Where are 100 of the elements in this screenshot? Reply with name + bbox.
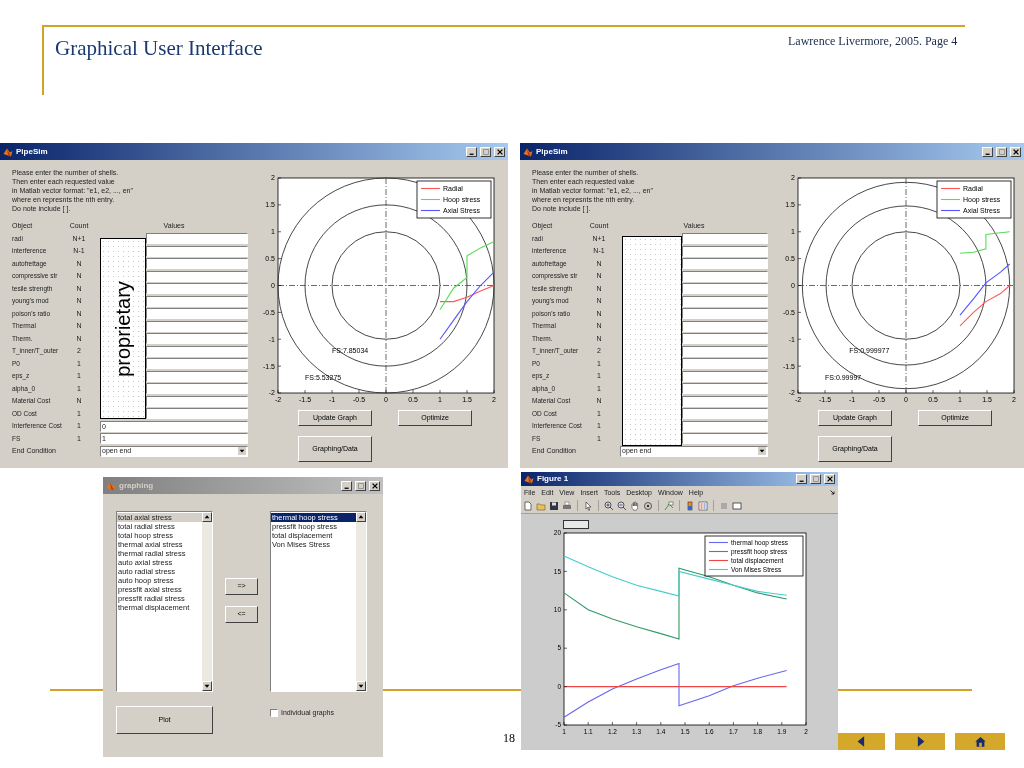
input-field[interactable] — [682, 308, 768, 320]
checkbox[interactable] — [270, 709, 278, 717]
input-field[interactable] — [146, 233, 248, 245]
input-field[interactable] — [146, 308, 248, 320]
input-field[interactable] — [146, 295, 248, 307]
save-icon[interactable] — [549, 500, 559, 511]
input-field[interactable] — [682, 358, 768, 370]
hand-icon[interactable] — [630, 500, 640, 511]
input-field[interactable] — [146, 333, 248, 345]
slide-title: Graphical User Interface — [55, 35, 263, 62]
input-field[interactable] — [682, 345, 768, 357]
legend-line — [708, 550, 729, 553]
input-field[interactable] — [682, 370, 768, 382]
scroll-down-button[interactable] — [356, 681, 366, 691]
input-field[interactable] — [682, 270, 768, 282]
input-field[interactable] — [146, 408, 248, 420]
legend-line — [708, 568, 729, 571]
input-field[interactable] — [682, 320, 768, 332]
input-field[interactable] — [682, 433, 768, 445]
window-icon[interactable] — [732, 500, 742, 511]
legend-line — [940, 198, 961, 201]
zoom-out-icon[interactable] — [617, 500, 627, 511]
window-title: graphing — [119, 479, 155, 492]
close-button[interactable] — [494, 146, 505, 157]
line-series — [959, 231, 1011, 254]
input-field[interactable] — [682, 258, 768, 270]
pointer-icon[interactable] — [583, 500, 593, 511]
zoom-in-icon[interactable] — [604, 500, 614, 511]
maximize-icon — [481, 147, 490, 156]
input-field[interactable] — [146, 345, 248, 357]
scroll-up-button[interactable] — [356, 512, 366, 522]
input-field[interactable] — [146, 283, 248, 295]
down-arrow-icon — [358, 683, 364, 689]
input-field[interactable] — [682, 245, 768, 257]
input-field[interactable] — [146, 320, 248, 332]
header-note: Lawrence Livermore, 2005. Page 4 — [788, 33, 958, 50]
window-title: Figure 1 — [537, 473, 570, 485]
legend-line — [940, 187, 961, 190]
line-series — [959, 263, 1011, 316]
minimize-button[interactable] — [796, 474, 807, 484]
up-arrow-icon — [358, 514, 364, 520]
input-field[interactable] — [682, 283, 768, 295]
redaction-label: proprietary — [111, 280, 135, 377]
input-field[interactable] — [146, 383, 248, 395]
up-arrow-icon — [204, 514, 210, 520]
legend-line — [420, 198, 441, 201]
logo-icon — [524, 474, 534, 484]
minimize-button[interactable] — [341, 480, 352, 491]
window-title: PipeSim — [16, 145, 49, 158]
minimize-button[interactable] — [982, 146, 993, 157]
input-field[interactable] — [146, 395, 248, 407]
window-title: PipeSim — [536, 145, 569, 158]
input-field[interactable] — [146, 370, 248, 382]
colorbar-icon[interactable] — [685, 500, 695, 511]
rotate-icon[interactable] — [643, 500, 653, 511]
maximize-icon — [356, 481, 365, 490]
previous-button[interactable] — [838, 733, 885, 750]
close-button[interactable] — [824, 474, 835, 484]
legend-line — [708, 541, 729, 544]
new-file-icon[interactable] — [523, 500, 533, 511]
maximize-button[interactable] — [355, 480, 366, 491]
home-button[interactable] — [955, 733, 1005, 750]
legend-line — [420, 209, 441, 212]
empty-box — [563, 520, 589, 529]
maximize-icon — [997, 147, 1006, 156]
scrollbar[interactable] — [356, 512, 366, 691]
minimize-button[interactable] — [466, 146, 477, 157]
home-icon — [973, 735, 987, 748]
scroll-up-button[interactable] — [202, 512, 212, 522]
legend-icon[interactable] — [698, 500, 708, 511]
line-series — [959, 284, 1011, 327]
input-field[interactable] — [682, 333, 768, 345]
logo-icon — [523, 146, 533, 157]
scrollbar[interactable] — [202, 512, 212, 691]
input-field[interactable] — [682, 395, 768, 407]
dock-arrow-icon[interactable] — [830, 489, 835, 495]
caret-icon — [238, 447, 246, 456]
page-number: 18 — [503, 730, 515, 747]
close-button[interactable] — [1010, 146, 1021, 157]
caret-icon — [758, 447, 766, 456]
logo-icon — [106, 480, 116, 491]
legend-line — [940, 209, 961, 212]
maximize-button[interactable] — [480, 146, 491, 157]
input-field[interactable] — [146, 245, 248, 257]
input-field[interactable] — [682, 383, 768, 395]
scroll-down-button[interactable] — [202, 681, 212, 691]
input-field[interactable] — [682, 233, 768, 245]
maximize-button[interactable] — [996, 146, 1007, 157]
input-field[interactable] — [146, 358, 248, 370]
input-field[interactable] — [682, 295, 768, 307]
legend-line — [708, 559, 729, 562]
input-field[interactable] — [682, 420, 768, 432]
input-field[interactable] — [682, 408, 768, 420]
close-icon — [495, 147, 504, 156]
maximize-button[interactable] — [810, 474, 821, 484]
logo-icon — [3, 146, 13, 157]
input-field[interactable] — [146, 258, 248, 270]
input-field[interactable] — [146, 270, 248, 282]
next-button[interactable] — [895, 733, 945, 750]
close-button[interactable] — [369, 480, 380, 491]
